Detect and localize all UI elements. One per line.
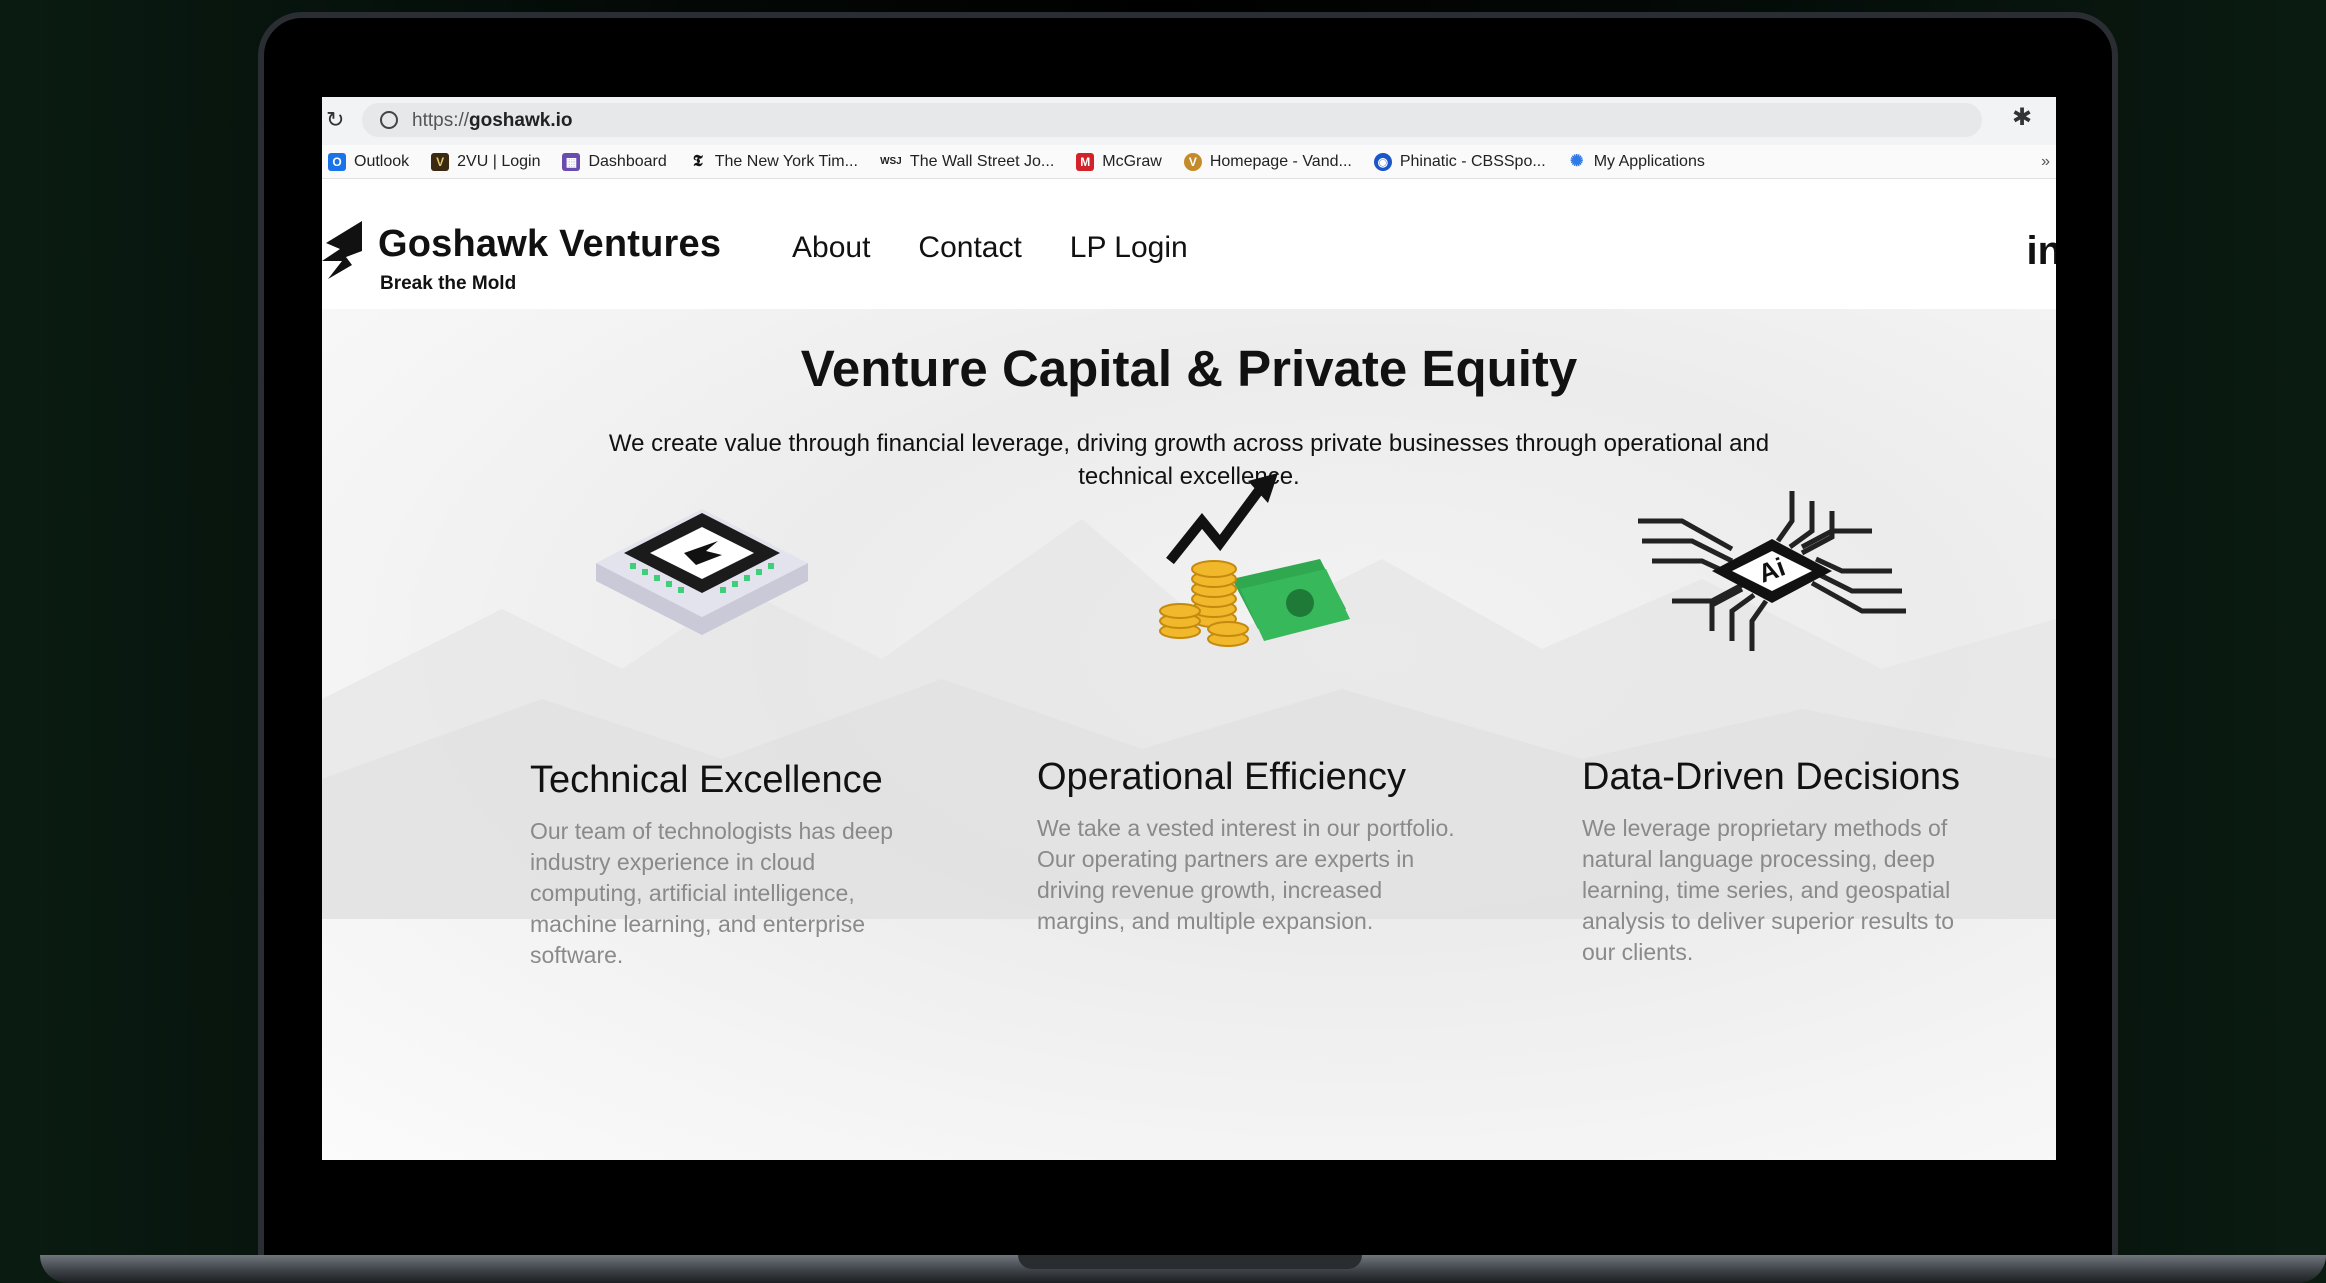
bookmark-cbs[interactable]: ◉ Phinatic - CBSSpo... (1373, 152, 1546, 171)
feature-title: Technical Excellence (530, 759, 883, 801)
goshawk-logo-icon[interactable] (322, 221, 364, 285)
browser-screen: ↻ https://goshawk.io ✱ O Outlook V 2VU | L… (322, 97, 2056, 1160)
chevron-more-icon[interactable]: » (2041, 153, 2050, 171)
hero-section: Venture Capital & Private Equity We crea… (322, 309, 2056, 1160)
bookmark-dashboard[interactable]: ▦ Dashboard (562, 152, 667, 171)
nav-lp-login[interactable]: LP Login (1070, 231, 1188, 265)
bookmark-label: My Applications (1593, 152, 1705, 170)
address-bar-row: ↻ https://goshawk.io ✱ (322, 97, 2056, 145)
linkedin-icon[interactable]: in (2026, 229, 2056, 274)
reload-icon[interactable]: ↻ (326, 105, 344, 135)
feature-data-driven-decisions: Data-Driven Decisions We leverage propri… (1582, 756, 1982, 968)
vanderbilt-icon: V (1183, 152, 1202, 171)
bookmark-label: 2VU | Login (457, 152, 541, 170)
bookmark-outlook[interactable]: O Outlook (328, 152, 410, 171)
feature-body: Our team of technologists has deep indus… (530, 818, 894, 968)
url-host: goshawk.io (469, 110, 573, 131)
laptop-notch (1018, 1255, 1362, 1269)
cbs-icon: ◉ (1373, 152, 1392, 171)
feature-title: Operational Efficiency (1037, 756, 1406, 798)
mcgraw-icon: M (1076, 152, 1095, 171)
bookmark-label: Phinatic - CBSSpo... (1399, 152, 1546, 170)
chip-icon (596, 509, 808, 635)
brand-name[interactable]: Goshawk Ventures (378, 223, 721, 266)
bookmark-nyt[interactable]: 𝕿 The New York Tim... (689, 153, 858, 171)
feature-technical-excellence: Technical Excellence Our team of technol… (530, 759, 910, 971)
feature-title: Data-Driven Decisions (1582, 756, 1961, 798)
brand-tagline: Break the Mold (380, 273, 517, 294)
bookmark-label: McGraw (1102, 152, 1162, 170)
site-header: Goshawk Ventures Break the Mold About Co… (322, 179, 2056, 309)
dashboard-icon: ▦ (562, 152, 581, 171)
feature-operational-efficiency: Operational Efficiency We take a vested … (1037, 756, 1457, 937)
bookmark-wsj[interactable]: WSJ The Wall Street Jo... (880, 153, 1054, 171)
feature-body: We take a vested interest in our portfol… (1037, 815, 1455, 934)
main-nav: About Contact LP Login (792, 231, 1188, 265)
bookmark-my-applications[interactable]: ✺ My Applications (1568, 153, 1705, 171)
nyt-icon: 𝕿 (692, 152, 703, 170)
money-growth-icon (1159, 473, 1350, 647)
bookmark-2vu[interactable]: V 2VU | Login (431, 152, 541, 171)
extensions-puzzle-icon[interactable]: ✱ (2012, 103, 2032, 132)
wsj-icon: WSJ (880, 155, 902, 167)
url-protocol: https:// (412, 110, 470, 131)
bookmark-label: The Wall Street Jo... (909, 152, 1055, 170)
nav-about[interactable]: About (792, 231, 870, 265)
bookmark-label: Homepage - Vand... (1209, 152, 1352, 170)
url-text[interactable]: https://goshawk.io (412, 110, 573, 132)
vu-icon: V (431, 152, 450, 171)
bookmark-vanderbilt[interactable]: V Homepage - Vand... (1183, 152, 1352, 171)
feature-body: We leverage proprietary methods of natur… (1582, 815, 1954, 965)
bookmark-mcgraw[interactable]: M McGraw (1076, 152, 1162, 171)
nav-contact[interactable]: Contact (918, 231, 1021, 265)
ai-chip-icon: Ai (1638, 491, 1906, 651)
bookmark-label: Outlook (354, 152, 410, 170)
hero-title: Venture Capital & Private Equity (800, 340, 1578, 397)
lightbulb-icon: ✺ (1569, 152, 1584, 170)
bookmarks-bar: O Outlook V 2VU | Login ▦ Dashboard 𝕿 The Ne… (322, 145, 2056, 179)
bookmark-label: The New York Tim... (714, 152, 858, 170)
outlook-icon: O (328, 152, 346, 171)
site-info-icon[interactable] (380, 111, 398, 129)
bookmark-label: Dashboard (588, 152, 667, 170)
address-bar[interactable]: https://goshawk.io (362, 103, 1982, 137)
